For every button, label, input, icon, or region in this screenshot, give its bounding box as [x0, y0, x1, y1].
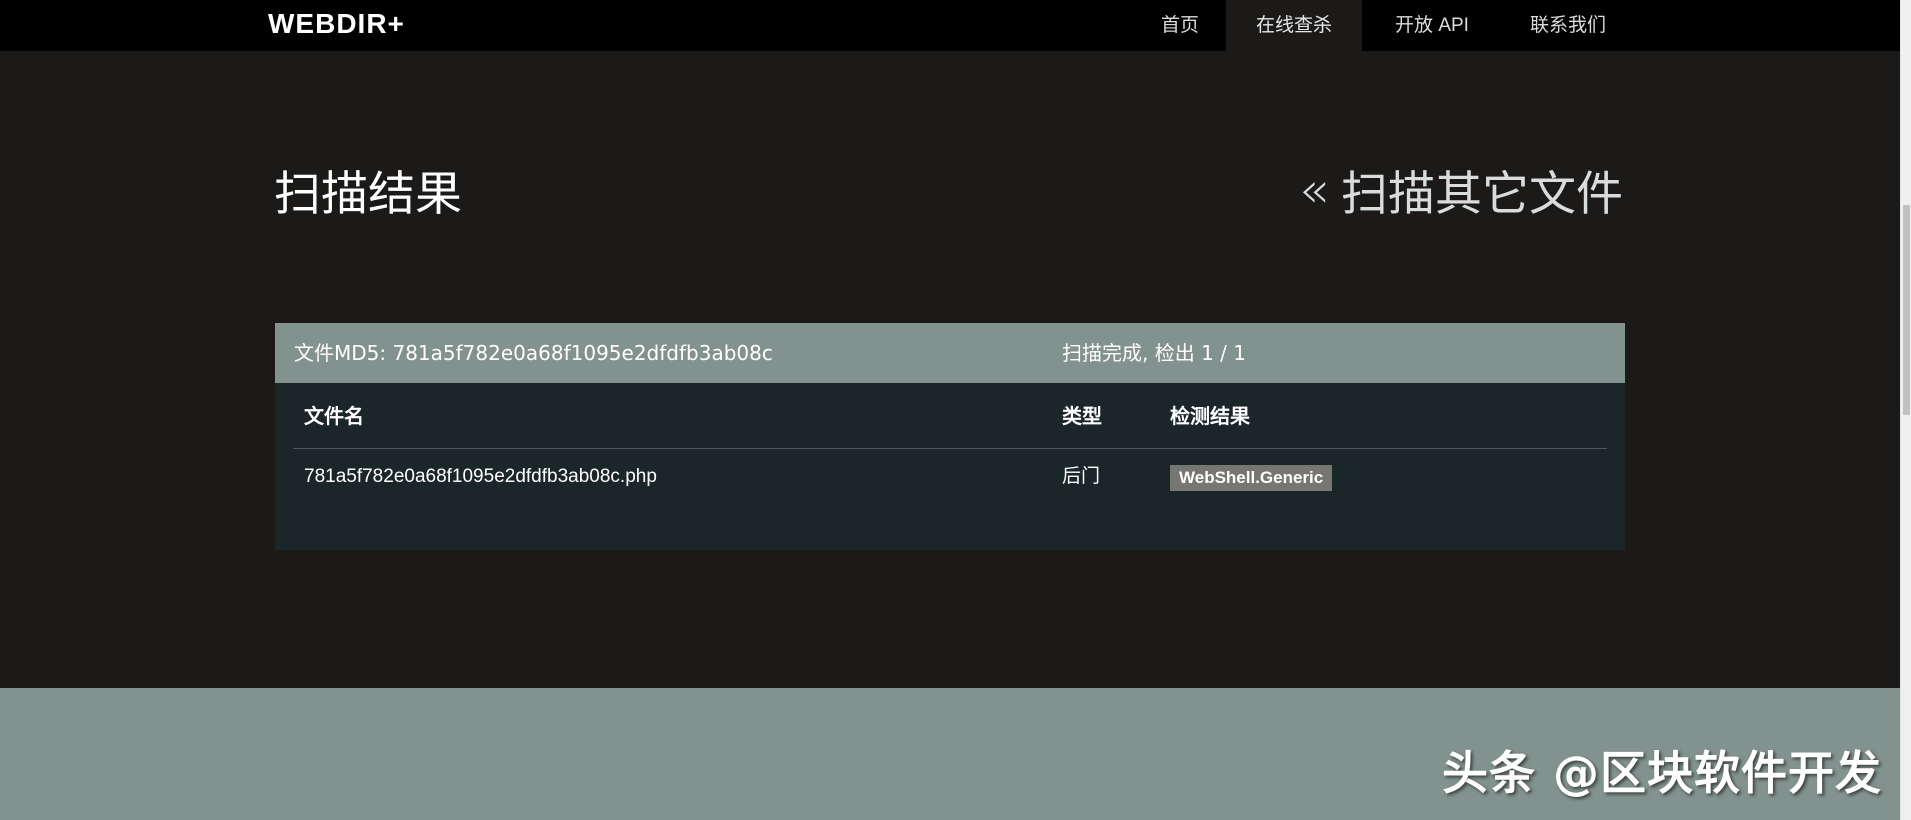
top-navbar: WEBDIR+ 首页 在线查杀 开放 API 联系我们 — [0, 0, 1900, 51]
scan-result-panel: 文件MD5: 781a5f782e0a68f1095e2dfdfb3ab08c … — [275, 323, 1625, 550]
nav-open-api[interactable]: 开放 API — [1376, 0, 1488, 51]
vertical-scrollbar[interactable] — [1900, 0, 1911, 820]
result-table: 文件名 类型 检测结果 781a5f782e0a68f1095e2dfdfb3a… — [293, 383, 1607, 504]
cell-type: 后门 — [1062, 465, 1101, 487]
nav-online-scan[interactable]: 在线查杀 — [1226, 0, 1362, 51]
cell-filename: 781a5f782e0a68f1095e2dfdfb3ab08c.php — [304, 466, 657, 487]
nav-home[interactable]: 首页 — [1140, 0, 1220, 51]
scan-status: 扫描完成, 检出 1 / 1 — [1062, 341, 1246, 365]
watermark-text: 头条 @区块软件开发 — [1441, 746, 1882, 800]
table-row: 781a5f782e0a68f1095e2dfdfb3ab08c.php 后门 … — [293, 449, 1607, 504]
column-header-filename: 文件名 — [304, 404, 364, 428]
page-title: 扫描结果 — [274, 167, 462, 222]
scan-other-files-link[interactable]: « 扫描其它文件 — [1298, 155, 1623, 224]
brand-logo[interactable]: WEBDIR+ — [268, 8, 405, 40]
column-header-type: 类型 — [1062, 404, 1102, 428]
page: WEBDIR+ 首页 在线查杀 开放 API 联系我们 扫描结果 « 扫描其它文… — [0, 0, 1911, 820]
table-header-row: 文件名 类型 检测结果 — [293, 383, 1607, 449]
scrollbar-thumb[interactable] — [1903, 205, 1910, 415]
double-chevron-left-icon: « — [1298, 160, 1329, 219]
panel-header: 文件MD5: 781a5f782e0a68f1095e2dfdfb3ab08c … — [275, 323, 1625, 383]
nav-contact-us[interactable]: 联系我们 — [1508, 0, 1628, 51]
scan-other-files-label: 扫描其它文件 — [1341, 167, 1623, 222]
column-header-detection: 检测结果 — [1170, 404, 1250, 428]
file-md5: 文件MD5: 781a5f782e0a68f1095e2dfdfb3ab08c — [294, 341, 773, 365]
detection-badge: WebShell.Generic — [1170, 465, 1333, 491]
